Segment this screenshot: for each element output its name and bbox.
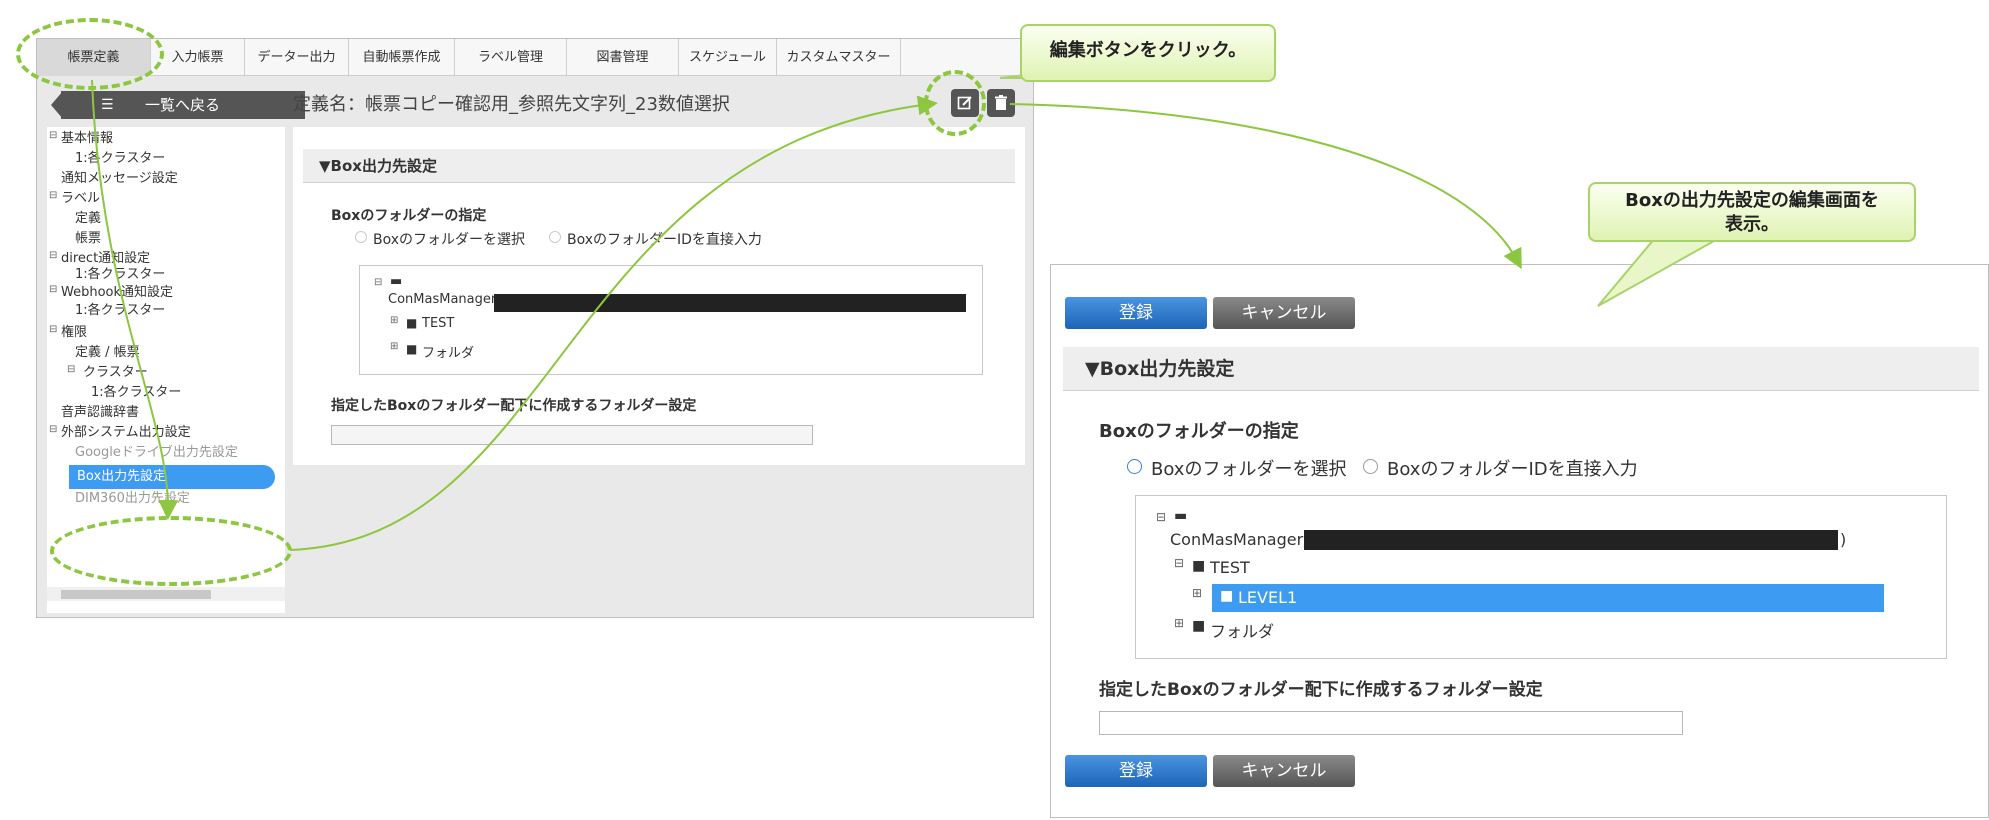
callout-edit-click: 編集ボタンをクリック。: [1020, 24, 1276, 82]
callout-edit-click-text: 編集ボタンをクリック。: [1049, 40, 1247, 61]
callout-show-edit-line2: 表示。: [1725, 214, 1779, 235]
callout-show-edit-line1: Boxの出力先設定の編集画面を: [1625, 190, 1879, 211]
callout-show-edit: Boxの出力先設定の編集画面を 表示。: [1588, 182, 1916, 242]
highlight-ring-edit: [924, 70, 986, 136]
highlight-ring-tab: [16, 18, 164, 90]
annotation-arrows: [91, 65, 1734, 551]
highlight-ring-box-item: [50, 516, 292, 586]
